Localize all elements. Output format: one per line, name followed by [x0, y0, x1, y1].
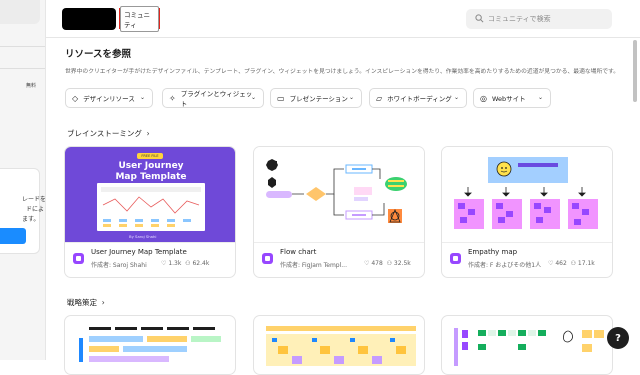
design-icon: ◇	[72, 93, 79, 103]
card-thumbnail: FREE FILE User Journey Map Template By S…	[65, 147, 235, 242]
journey-map-preview	[97, 183, 205, 231]
header-divider	[46, 37, 640, 38]
chevron-down-icon: ⌄	[537, 94, 543, 101]
filter-label: プラグインとウィジェット	[180, 90, 253, 108]
card-author: 作成者: FigJam Templ...	[280, 262, 347, 269]
chevron-down-icon: ⌄	[250, 94, 256, 101]
page-description: 世界中のクリエイターが手がけたデザインファイル、テンプレート、プラグイン、ウィジ…	[65, 69, 620, 75]
flowchart-preview	[266, 159, 407, 223]
resource-card-strategy-1[interactable]	[64, 315, 236, 375]
community-button[interactable]: コミュニティ	[119, 5, 160, 32]
card-thumbnail	[254, 147, 424, 242]
card-thumbnail	[266, 326, 416, 366]
thumb-title: User Journey	[118, 161, 184, 171]
empathy-map-preview	[454, 157, 598, 229]
section-label: ブレインストーミング	[67, 129, 142, 138]
search-icon	[475, 14, 484, 23]
user-count: 32.5k	[393, 260, 411, 267]
card-stats: ♡ 462 ⚇ 17.1k	[548, 260, 595, 267]
filter-label: プレゼンテーション	[289, 95, 348, 103]
card-thumbnail	[454, 328, 604, 366]
filter-design-resources[interactable]: ◇ デザインリソース ⌄	[65, 88, 153, 108]
promo-text: ます。	[22, 216, 40, 223]
card-thumbnail	[79, 327, 221, 362]
user-icon: ⚇	[185, 260, 191, 267]
help-button[interactable]: ?	[607, 327, 629, 349]
resource-card-strategy-3[interactable]	[441, 315, 613, 375]
like-count: 1.3k	[168, 260, 182, 267]
chevron-down-icon: ⌄	[453, 94, 459, 101]
resource-card-strategy-2[interactable]	[253, 315, 425, 375]
heart-icon: ♡	[364, 260, 370, 267]
plugin-icon: ✧	[169, 93, 176, 103]
scrollbar[interactable]	[633, 40, 637, 102]
chevron-right-icon: ›	[99, 298, 105, 307]
filter-whiteboarding[interactable]: ▱ ホワイトボーディング ⌄	[369, 88, 467, 108]
heart-icon: ♡	[548, 260, 554, 267]
upgrade-button[interactable]	[0, 228, 26, 244]
card-author: 作成者: F およびその他1人	[468, 262, 542, 269]
figjam-file-icon	[73, 253, 84, 264]
page-title: リソースを参照	[65, 49, 132, 60]
whiteboard-icon: ▱	[376, 93, 383, 103]
user-count: 62.4k	[192, 260, 210, 267]
filter-label: デザインリソース	[83, 95, 135, 103]
card-title: Empathy map	[468, 248, 518, 256]
resource-card-user-journey[interactable]: FREE FILE User Journey Map Template By S…	[64, 146, 236, 278]
chevron-down-icon: ⌄	[139, 94, 145, 101]
filter-plugins-widgets[interactable]: ✧ プラグインとウィジェット ⌄	[162, 88, 264, 108]
plan-badge: 無料	[26, 83, 37, 89]
search-placeholder: コミュニティで検索	[488, 15, 551, 23]
card-title: Flow chart	[280, 248, 317, 256]
thumb-title: Map Template	[115, 172, 187, 182]
sidebar: 無料 レードを ドによ ます。	[0, 0, 46, 360]
filter-presentation[interactable]: ▭ プレゼンテーション ⌄	[270, 88, 362, 108]
chevron-down-icon: ⌄	[348, 94, 354, 101]
logo[interactable]	[62, 8, 116, 30]
resource-card-flow-chart[interactable]: Flow chart 作成者: FigJam Templ... ♡ 478 ⚇ …	[253, 146, 425, 278]
section-title-brainstorm[interactable]: ブレインストーミング ›	[67, 128, 150, 139]
resource-card-empathy-map[interactable]: Empathy map 作成者: F およびその他1人 ♡ 462 ⚇ 17.1…	[441, 146, 613, 278]
card-stats: ♡ 1.3k ⚇ 62.4k	[161, 260, 209, 267]
presentation-icon: ▭	[277, 93, 285, 103]
filter-label: ホワイトボーディング	[387, 95, 452, 103]
chevron-right-icon: ›	[144, 129, 150, 138]
search-input[interactable]: コミュニティで検索	[466, 9, 612, 29]
upgrade-promo-card: レードを ドによ ます。	[0, 168, 45, 254]
card-thumbnail	[442, 147, 612, 242]
promo-text: ドによ	[26, 206, 45, 213]
user-count: 17.1k	[577, 260, 595, 267]
card-stats: ♡ 478 ⚇ 32.5k	[364, 260, 411, 267]
filter-website[interactable]: ◎ Webサイト ⌄	[473, 88, 551, 108]
card-author: 作成者: Saroj Shahi	[91, 262, 147, 269]
sidebar-top-item[interactable]	[0, 0, 40, 24]
promo-text: レードを	[22, 196, 46, 203]
section-title-strategy[interactable]: 戦略策定 ›	[67, 297, 105, 308]
heart-icon: ♡	[161, 260, 167, 267]
community-label: コミュニティ	[120, 5, 159, 32]
globe-icon: ◎	[480, 93, 487, 103]
thumb-author: By Saroj Shahi	[129, 234, 157, 239]
filter-label: Webサイト	[491, 95, 526, 103]
divider	[0, 68, 45, 69]
figjam-file-icon	[262, 253, 273, 264]
free-file-badge: FREE FILE	[137, 153, 163, 159]
like-count: 462	[555, 260, 567, 267]
user-icon: ⚇	[386, 260, 392, 267]
divider	[0, 46, 45, 47]
section-label: 戦略策定	[67, 298, 97, 307]
figjam-file-icon	[450, 253, 461, 264]
card-title: User Journey Map Template	[91, 248, 187, 256]
user-icon: ⚇	[570, 260, 576, 267]
like-count: 478	[371, 260, 383, 267]
